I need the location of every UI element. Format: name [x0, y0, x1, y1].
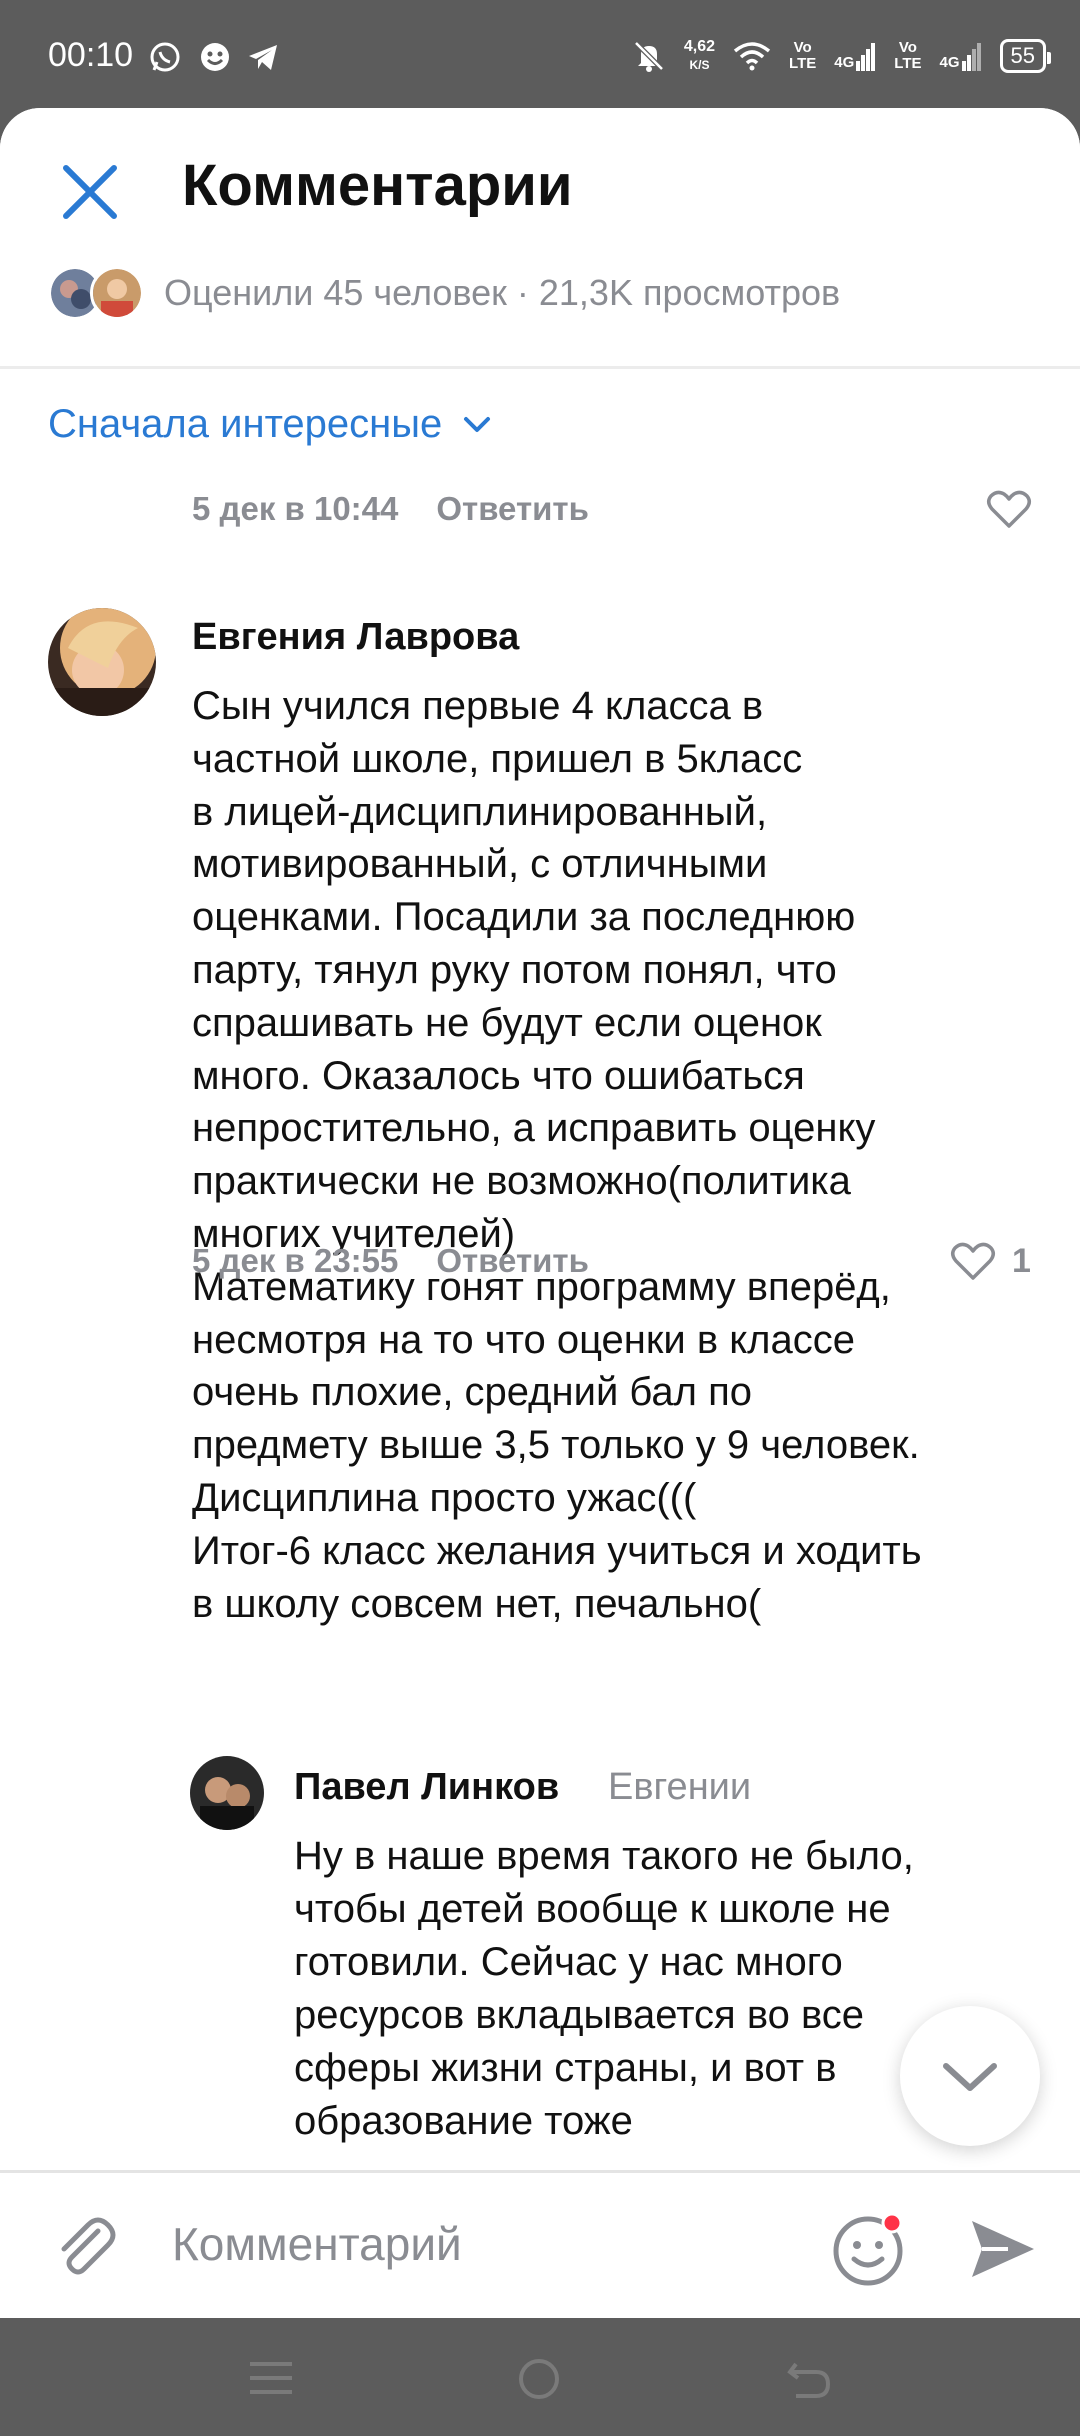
like-count: 1	[1012, 1242, 1031, 1280]
whatsapp-icon	[150, 42, 180, 72]
comment-author[interactable]: Евгения Лаврова	[192, 616, 519, 659]
home-icon[interactable]	[516, 2356, 562, 2402]
battery-icon: 55	[999, 39, 1052, 73]
comment-date: 5 дек в 10:44	[192, 490, 399, 527]
liked-avatars[interactable]	[48, 266, 148, 320]
mute-icon	[634, 41, 664, 72]
avatar	[90, 266, 144, 320]
likes-views-stats[interactable]: Оценили 45 человек · 21,3K просмотров	[164, 272, 840, 314]
signal-icon: 4G	[834, 41, 876, 71]
comment-date: 5 дек в 23:55	[192, 1242, 399, 1279]
sort-label: Сначала интересные	[48, 402, 443, 446]
telegram-icon	[249, 45, 277, 70]
reply-to-name[interactable]: Евгении	[608, 1766, 751, 1809]
comment-input-bar: Комментарий	[0, 2170, 1080, 2321]
signal-icon: 4G	[940, 41, 982, 71]
page-title: Комментарии	[182, 153, 573, 218]
scroll-down-button[interactable]	[900, 2006, 1040, 2146]
prev-comment-meta: 5 дек в 10:44 Ответить	[192, 490, 589, 528]
volte-1: Vo LTE	[789, 39, 817, 72]
wifi-icon	[733, 42, 771, 71]
chevron-down-icon	[464, 416, 491, 432]
comment-meta: 5 дек в 23:55 Ответить	[192, 1242, 589, 1280]
attach-icon[interactable]	[50, 2213, 120, 2283]
messenger-icon	[201, 43, 229, 71]
status-time: 00:10	[48, 36, 134, 74]
chevron-down-icon	[943, 2063, 997, 2091]
reply-button[interactable]: Ответить	[436, 490, 589, 528]
heart-icon[interactable]	[986, 488, 1032, 530]
back-icon[interactable]	[786, 2356, 832, 2400]
emoji-icon[interactable]	[830, 2211, 906, 2287]
sort-dropdown[interactable]: Сначала интересные	[48, 402, 492, 447]
reply-button[interactable]: Ответить	[436, 1242, 589, 1280]
menu-icon[interactable]	[248, 2358, 294, 2398]
volte-2: Vo LTE	[894, 39, 922, 72]
send-icon[interactable]	[968, 2217, 1038, 2281]
avatar[interactable]	[190, 1756, 264, 1830]
system-nav-bar	[0, 2318, 1080, 2436]
comments-sheet: Комментарии Оценили 45 человек · 21,3K п…	[0, 108, 1080, 2318]
net-speed: 4,62 K/S	[683, 38, 716, 72]
close-icon[interactable]	[60, 162, 120, 222]
comment-input[interactable]: Комментарий	[172, 2217, 462, 2271]
status-bar: 00:10 4,62 K/S Vo LTE 4G Vo LTE 4G 55	[0, 0, 1080, 110]
heart-icon[interactable]	[950, 1240, 996, 1282]
comment-author[interactable]: Павел Линков	[294, 1766, 559, 1809]
avatar[interactable]	[48, 608, 156, 716]
comments-header: Комментарии Оценили 45 человек · 21,3K п…	[0, 108, 1080, 369]
comment-text: Сын учился первые 4 класса в частной шко…	[192, 684, 922, 1626]
